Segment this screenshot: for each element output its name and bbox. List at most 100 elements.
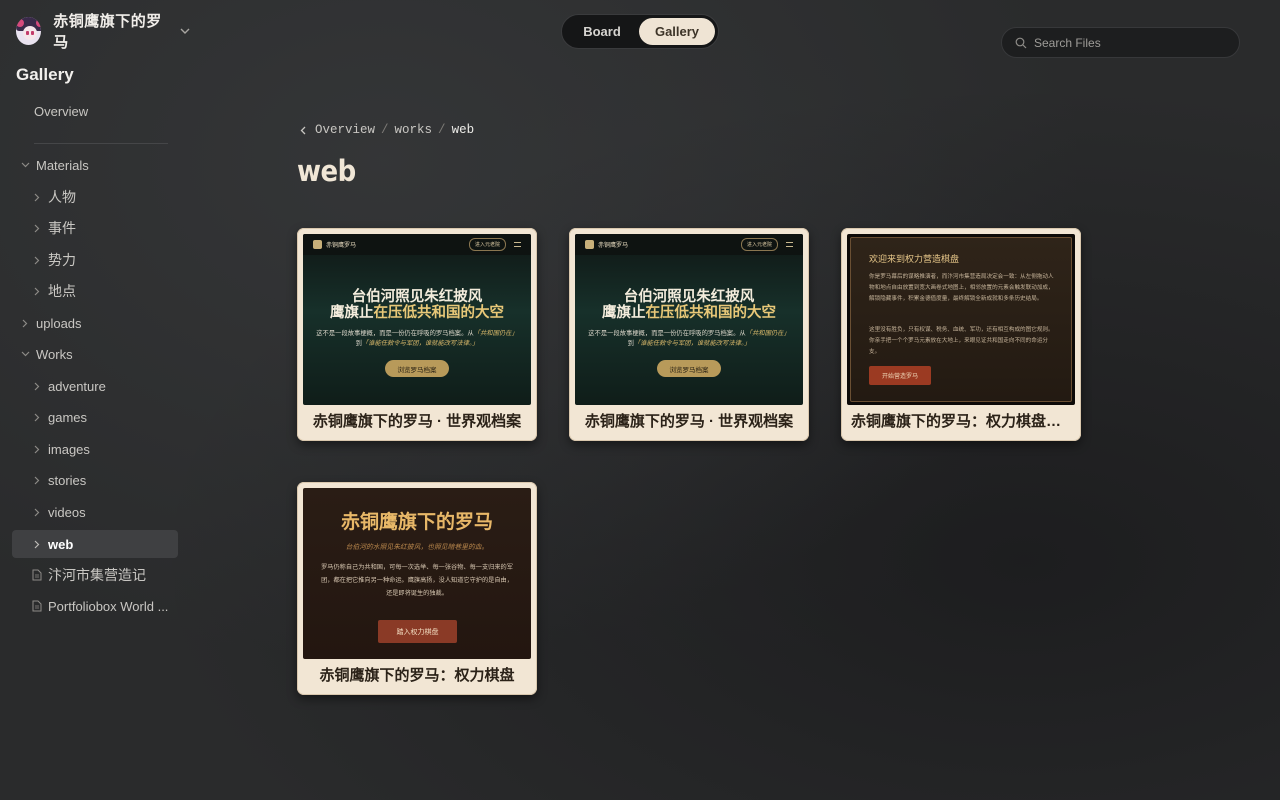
thumbnail-nav-button: 进入元老院 (740, 238, 778, 251)
thumbnail-brand: 赤铜鹰罗马 (598, 242, 629, 249)
document-icon (31, 600, 43, 613)
chevron-right-icon (31, 222, 43, 234)
gallery-card[interactable]: 赤铜鹰罗马 进入元老院 台伯河照见朱红披风 鹰旗止在压低共和国的大空 这不是一段… (569, 228, 809, 441)
chevron-right-icon (31, 506, 43, 518)
page-title: web (297, 155, 356, 189)
sidebar-folder-videos[interactable]: videos (12, 498, 178, 526)
card-thumbnail: 赤铜鹰罗马 进入元老院 台伯河照见朱红披风 鹰旗止在压低共和国的大空 这不是一段… (303, 234, 531, 405)
sidebar-folder-events[interactable]: 事件 (12, 214, 178, 242)
workspace-avatar (16, 17, 42, 45)
breadcrumb-current: web (451, 123, 475, 137)
sidebar-item-label: Materials (36, 157, 89, 173)
sidebar-folder-uploads[interactable]: uploads (12, 309, 178, 337)
chevron-right-icon (31, 538, 43, 550)
thumbnail-headline-2: 鹰旗止在压低共和国的大空 (602, 304, 776, 321)
thumbnail-headline-2: 鹰旗止在压低共和国的大空 (330, 304, 504, 321)
sidebar-item-label: adventure (48, 378, 106, 394)
thumbnail-subtitle: 这不是一段故事梗概，而是一份仍在呼吸的罗马档案。从「共和国仍在」到「谁能任敕令与… (588, 330, 790, 347)
card-title: 赤铜鹰旗下的罗马：权力棋盘营... (851, 412, 1071, 430)
gallery-card[interactable]: 欢迎来到权力营造棋盘 你是罗马幕后的谋略推演者，而汴河市集营造局决定会一致：从左… (841, 228, 1081, 441)
chevron-left-icon[interactable] (300, 125, 308, 135)
gallery-toggle-button[interactable]: Gallery (639, 18, 715, 45)
sidebar: 赤铜鹰旗下的罗马 Gallery Overview Materials 人物 事… (0, 0, 190, 800)
sidebar-item-label: stories (48, 472, 87, 488)
thumbnail-brand: 赤铜鹰罗马 (326, 242, 357, 249)
breadcrumb-separator: / (438, 123, 446, 137)
search-box[interactable] (1001, 27, 1240, 58)
thumbnail-button: 踏入权力棋盘 (378, 620, 457, 643)
thumbnail-nav: 赤铜鹰罗马 进入元老院 (303, 234, 531, 255)
chevron-down-icon[interactable] (179, 25, 190, 37)
sidebar-item-label: 人物 (48, 189, 76, 205)
sidebar-divider (34, 143, 168, 144)
workspace-name: 赤铜鹰旗下的罗马 (53, 13, 162, 51)
chevron-right-icon (31, 411, 43, 423)
sidebar-folder-factions[interactable]: 势力 (12, 246, 178, 274)
breadcrumb-overview[interactable]: Overview (315, 123, 375, 137)
thumbnail-heading: 欢迎来到权力营造棋盘 (869, 255, 960, 265)
card-thumbnail: 欢迎来到权力营造棋盘 你是罗马幕后的谋略推演者，而汴河市集营造局决定会一致：从左… (847, 234, 1075, 405)
thumbnail-nav-button: 进入元老院 (468, 238, 506, 251)
sidebar-folder-materials[interactable]: Materials (12, 151, 178, 179)
card-thumbnail: 赤铜鹰罗马 进入元老院 台伯河照见朱红披风 鹰旗止在压低共和国的大空 这不是一段… (575, 234, 803, 405)
card-title: 赤铜鹰旗下的罗马：权力棋盘 (319, 666, 515, 684)
sidebar-folder-stories[interactable]: stories (12, 466, 178, 494)
sidebar-folder-works[interactable]: Works (12, 340, 178, 368)
board-toggle-button[interactable]: Board (565, 18, 639, 45)
sidebar-folder-games[interactable]: games (12, 403, 178, 431)
gallery-card[interactable]: 赤铜鹰罗马 进入元老院 台伯河照见朱红披风 鹰旗止在压低共和国的大空 这不是一段… (297, 228, 537, 441)
chevron-right-icon (31, 191, 43, 203)
sidebar-item-label: uploads (36, 315, 82, 331)
sidebar-item-label: images (48, 441, 90, 457)
search-icon (1014, 36, 1027, 49)
thumbnail-nav: 赤铜鹰罗马 进入元老院 (575, 234, 803, 255)
sidebar-folder-images[interactable]: images (12, 435, 178, 463)
sidebar-item-label: 汴河市集营造记 (48, 567, 146, 583)
menu-icon (514, 242, 521, 247)
chevron-down-icon (19, 348, 31, 360)
thumbnail-paragraph: 这里没有胜负，只有权谋、税务、血统、军功，还有相互构成的图它规则。你亲手把一个个… (869, 327, 1054, 355)
card-thumbnail: 赤铜鹰旗下的罗马 台伯河的水照见朱红披风，也照见暗巷里的血。 罗马仍称自己为共和… (303, 488, 531, 659)
brand-logo-icon (585, 240, 594, 249)
sidebar-item-label: Works (36, 346, 73, 362)
sidebar-item-label: 势力 (48, 252, 76, 268)
sidebar-folder-places[interactable]: 地点 (12, 277, 178, 305)
workspace-switcher[interactable]: 赤铜鹰旗下的罗马 (16, 13, 190, 51)
search-input[interactable] (1034, 35, 1224, 50)
document-icon (31, 569, 43, 582)
chevron-right-icon (31, 254, 43, 266)
sidebar-item-label: Portfoliobox World ... (48, 598, 169, 614)
thumbnail-cta: 浏览罗马档案 (657, 360, 721, 377)
thumbnail-cta: 浏览罗马档案 (385, 360, 449, 377)
sidebar-doc-market[interactable]: 汴河市集营造记 (12, 561, 178, 589)
gallery-card[interactable]: 赤铜鹰旗下的罗马 台伯河的水照见朱红披风，也照见暗巷里的血。 罗马仍称自己为共和… (297, 482, 537, 695)
sidebar-item-label: 地点 (48, 283, 76, 299)
chevron-right-icon (31, 380, 43, 392)
sidebar-item-label: 事件 (48, 220, 76, 236)
chevron-right-icon (31, 285, 43, 297)
card-title: 赤铜鹰旗下的罗马 · 世界观档案 (584, 412, 794, 430)
thumbnail-subtitle: 台伯河的水照见朱红披风，也照见暗巷里的血。 (345, 543, 489, 551)
thumbnail-button: 开始营造罗马 (869, 366, 931, 385)
view-toggle: Board Gallery (561, 14, 719, 49)
menu-icon (786, 242, 793, 247)
breadcrumb: Overview / works / web (300, 123, 474, 137)
brand-logo-icon (313, 240, 322, 249)
thumbnail-paragraph: 你是罗马幕后的谋略推演者，而汴河市集营造局决定会一致：从左侧拖动人物和地点自由放… (869, 274, 1054, 302)
thumbnail-title: 赤铜鹰旗下的罗马 (340, 511, 493, 533)
sidebar-doc-portfoliobox[interactable]: Portfoliobox World ... (12, 592, 178, 620)
thumbnail-subtitle: 这不是一段故事梗概，而是一份仍在呼吸的罗马档案。从「共和国仍在」到「谁能任敕令与… (316, 330, 518, 347)
chevron-down-icon (19, 159, 31, 171)
breadcrumb-separator: / (381, 123, 389, 137)
sidebar-folder-characters[interactable]: 人物 (12, 183, 178, 211)
thumbnail-paragraph: 罗马仍称自己为共和国，可每一次选举、每一张谷物、每一支归来的军团，都在把它推向另… (321, 564, 513, 597)
breadcrumb-works[interactable]: works (395, 123, 433, 137)
sidebar-folder-web[interactable]: web (12, 530, 178, 558)
sidebar-item-overview[interactable]: Overview (34, 104, 88, 119)
chevron-right-icon (31, 443, 43, 455)
chevron-right-icon (19, 317, 31, 329)
sidebar-folder-adventure[interactable]: adventure (12, 372, 178, 400)
chevron-right-icon (31, 474, 43, 486)
card-title: 赤铜鹰旗下的罗马 · 世界观档案 (312, 412, 522, 430)
sidebar-item-label: web (48, 536, 74, 552)
